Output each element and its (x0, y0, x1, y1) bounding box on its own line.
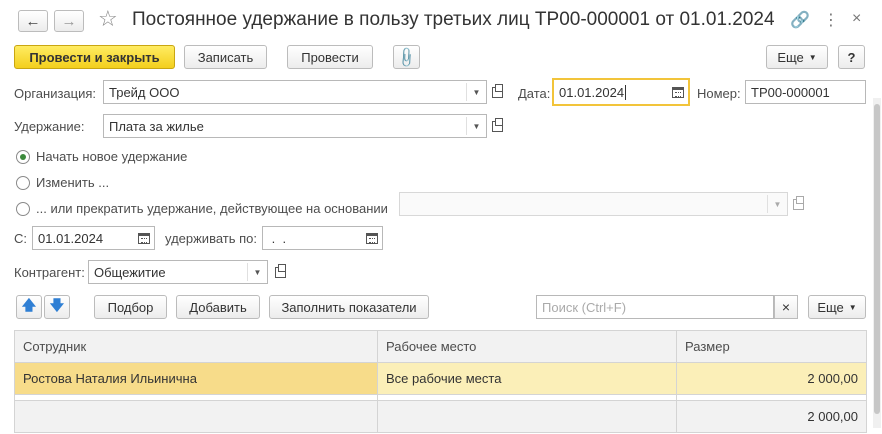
deduction-dropdown-button[interactable]: ▼ (466, 117, 486, 135)
calendar-icon (138, 232, 150, 244)
cell-amount[interactable]: 2 000,00 (676, 362, 867, 395)
organization-field[interactable]: Трейд ООО ▼ (103, 80, 487, 104)
basis-open-button[interactable] (788, 192, 808, 216)
date-label: Дата: (518, 86, 551, 101)
save-button[interactable]: Записать (184, 45, 267, 69)
dropdown-arrow-icon: ▼ (253, 267, 262, 277)
calendar-icon (672, 86, 684, 98)
organization-label: Организация: (14, 86, 97, 101)
total-amount: 2 000,00 (676, 400, 867, 433)
date-field[interactable]: 01.01.2024 (552, 78, 690, 106)
column-header-workplace[interactable]: Рабочее место (377, 330, 677, 363)
contractor-open-button[interactable] (270, 260, 290, 284)
organization-dropdown-button[interactable]: ▼ (466, 83, 486, 101)
attach-button[interactable]: 📎 (393, 45, 420, 69)
table-more-button[interactable]: Еще ▼ (808, 295, 866, 319)
from-label: С: (14, 231, 27, 246)
deductions-table: Сотрудник Рабочее место Размер Ростова Н… (14, 330, 867, 433)
open-icon (274, 263, 286, 278)
open-icon (792, 195, 804, 210)
paperclip-icon: 📎 (395, 44, 419, 69)
withhold-until-field[interactable]: . . (262, 226, 383, 250)
radio-stop[interactable] (16, 202, 30, 216)
cell-workplace[interactable]: Все рабочие места (377, 362, 677, 395)
arrow-right-icon: → (61, 12, 77, 30)
arrow-up-icon: 🡅 (21, 297, 37, 313)
link-icon[interactable]: 🔗 (790, 10, 810, 30)
add-button[interactable]: Добавить (176, 295, 260, 319)
radio-change-label[interactable]: Изменить ... (36, 175, 109, 190)
number-field[interactable]: ТР00-000001 (745, 80, 866, 104)
clear-search-button[interactable]: × (774, 295, 798, 319)
scrollbar-thumb[interactable] (874, 104, 880, 414)
favorite-star-icon[interactable]: ☆ (98, 6, 118, 32)
move-down-button[interactable]: 🡇 (44, 295, 70, 319)
dropdown-arrow-icon: ▼ (472, 87, 481, 97)
forward-button[interactable]: → (54, 10, 84, 32)
dropdown-arrow-icon: ▼ (773, 199, 782, 209)
column-header-amount[interactable]: Размер (676, 330, 867, 363)
table-footer-row: 2 000,00 (14, 400, 867, 433)
radio-stop-label[interactable]: ... или прекратить удержание, действующе… (36, 201, 388, 216)
date-calendar-button[interactable] (668, 82, 688, 102)
basis-dropdown-button[interactable]: ▼ (767, 195, 787, 213)
post-button[interactable]: Провести (287, 45, 373, 69)
withhold-until-label: удерживать по: (165, 231, 257, 246)
arrow-down-icon: 🡇 (49, 297, 65, 313)
number-label: Номер: (697, 86, 741, 101)
calendar-icon (366, 232, 378, 244)
window-title: Постоянное удержание в пользу третьих ли… (132, 9, 775, 30)
open-icon (491, 83, 503, 98)
organization-open-button[interactable] (487, 80, 507, 104)
basis-document-field[interactable]: ▼ (399, 192, 788, 216)
withhold-calendar-button[interactable] (362, 229, 382, 247)
post-and-close-button[interactable]: Провести и закрыть (14, 45, 175, 69)
deduction-label: Удержание: (14, 119, 85, 134)
help-button[interactable]: ? (838, 45, 865, 69)
table-row[interactable]: Ростова Наталия Ильинична Все рабочие ме… (14, 362, 867, 395)
search-input[interactable]: Поиск (Ctrl+F) (536, 295, 774, 319)
close-icon[interactable]: × (852, 10, 861, 28)
contractor-label: Контрагент: (14, 265, 85, 280)
cell-employee[interactable]: Ростова Наталия Ильинична (14, 362, 378, 395)
dropdown-arrow-icon: ▼ (848, 302, 857, 312)
pick-button[interactable]: Подбор (94, 295, 167, 319)
radio-new-deduction[interactable] (16, 150, 30, 164)
deduction-field[interactable]: Плата за жилье ▼ (103, 114, 487, 138)
column-header-employee[interactable]: Сотрудник (14, 330, 378, 363)
arrow-left-icon: ← (25, 12, 41, 30)
more-vertical-icon[interactable]: ⋮ (823, 10, 839, 30)
back-button[interactable]: ← (18, 10, 48, 32)
from-calendar-button[interactable] (134, 229, 154, 247)
vertical-scrollbar[interactable] (873, 98, 881, 428)
radio-change[interactable] (16, 176, 30, 190)
table-header-row: Сотрудник Рабочее место Размер (14, 330, 867, 363)
deduction-open-button[interactable] (487, 114, 507, 138)
contractor-field[interactable]: Общежитие ▼ (88, 260, 268, 284)
more-button[interactable]: Еще ▼ (766, 45, 828, 69)
dropdown-arrow-icon: ▼ (472, 121, 481, 131)
radio-new-deduction-label[interactable]: Начать новое удержание (36, 149, 187, 164)
from-date-field[interactable]: 01.01.2024 (32, 226, 155, 250)
move-up-button[interactable]: 🡅 (16, 295, 42, 319)
contractor-dropdown-button[interactable]: ▼ (247, 263, 267, 281)
open-icon (491, 117, 503, 132)
dropdown-arrow-icon: ▼ (808, 52, 817, 62)
fill-indicators-button[interactable]: Заполнить показатели (269, 295, 429, 319)
